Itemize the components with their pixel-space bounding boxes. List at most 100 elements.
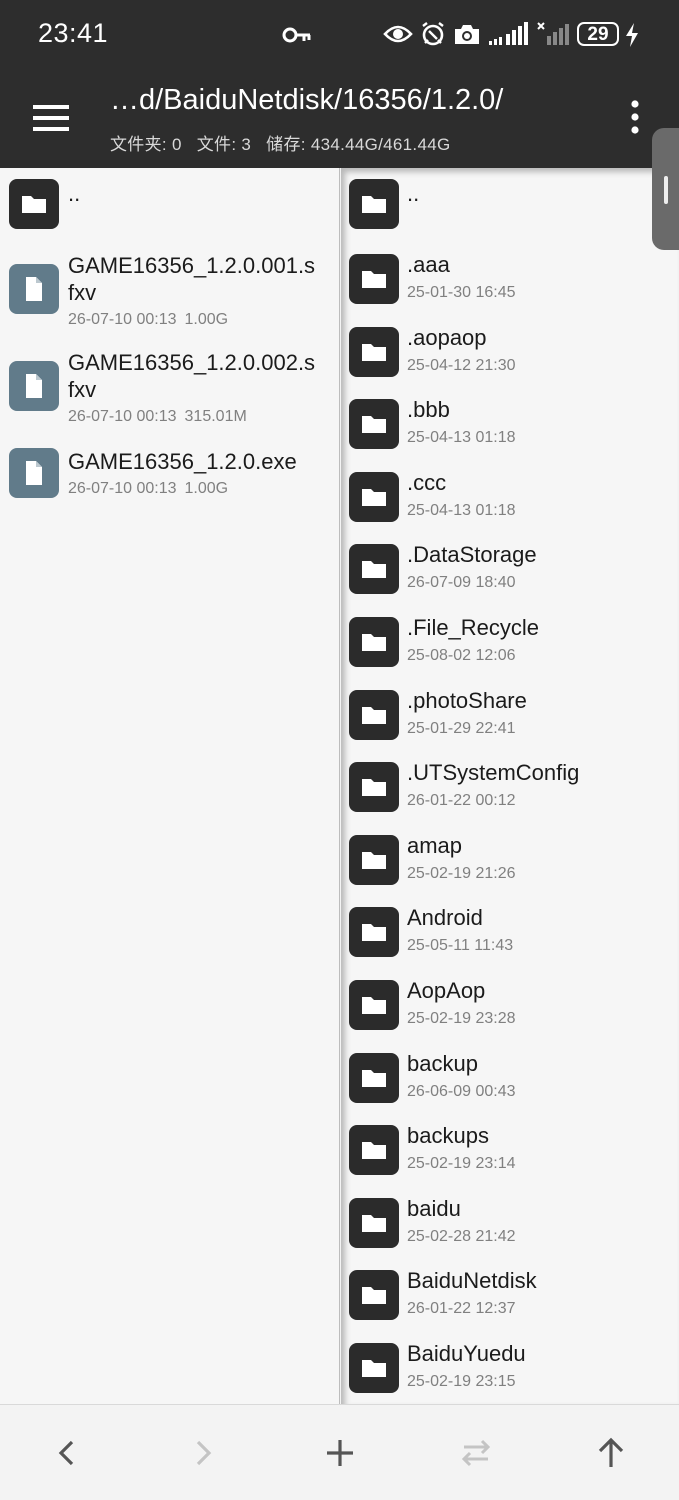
status-bar: 23:41 29	[0, 0, 679, 70]
parent-folder-row[interactable]: ..	[0, 168, 339, 234]
file-row[interactable]: GAME16356_1.2.0.002.s fxv 26-07-10 00:13…	[0, 345, 339, 435]
folder-date: 25-02-28 21:42	[407, 1227, 516, 1245]
file-name: GAME16356_1.2.0.exe	[68, 449, 297, 474]
folder-date: 25-02-19 23:15	[407, 1373, 516, 1390]
file-icon	[9, 264, 59, 314]
file-date: 26-07-10 00:13	[68, 480, 177, 497]
folder-name: .photoShare	[407, 687, 527, 713]
folder-row[interactable]: .aopaop 25-04-12 21:30	[341, 312, 679, 382]
eye-icon	[383, 25, 413, 43]
folder-row[interactable]: Android 25-05-11 11:43	[341, 892, 679, 962]
folder-row[interactable]: backups 25-02-19 23:14	[341, 1110, 679, 1180]
folder-date: 26-01-22 12:37	[407, 1300, 516, 1318]
folder-row[interactable]: AopAop 25-02-19 23:28	[341, 965, 679, 1035]
up-icon[interactable]	[591, 1433, 631, 1473]
folder-name: .DataStorage	[407, 542, 537, 568]
folder-name: .aaa	[407, 252, 450, 277]
file-count: 文件: 3	[196, 135, 252, 154]
folder-name: .UTSystemConfig	[407, 760, 580, 786]
folder-date: 25-04-12 21:30	[407, 356, 516, 374]
folder-name: backup	[407, 1050, 478, 1076]
file-icon	[9, 361, 59, 411]
folder-row[interactable]: BaiduYuedu 25-02-19 23:15	[341, 1328, 679, 1398]
battery-icon: 29	[577, 22, 619, 46]
folder-row[interactable]: BaiduNetdisk 26-01-22 12:37	[341, 1255, 679, 1325]
folder-row[interactable]: baidu 25-02-28 21:42	[341, 1183, 679, 1253]
folder-icon	[349, 1125, 399, 1176]
signal-icon	[489, 22, 528, 45]
alarm-icon	[422, 22, 444, 46]
folder-count: 文件夹: 0	[110, 135, 182, 154]
folder-date: 26-01-22 00:12	[407, 792, 516, 810]
storage-usage: 储存: 434.44G/461.44G	[266, 135, 451, 154]
key-icon	[282, 27, 311, 43]
folder-icon	[349, 544, 399, 595]
folder-date: 25-01-30 16:45	[407, 284, 516, 301]
folder-icon	[349, 179, 399, 229]
folder-date: 25-04-13 01:18	[407, 501, 516, 519]
swap-icon[interactable]	[456, 1433, 496, 1473]
folder-icon	[349, 326, 399, 377]
charging-icon	[626, 23, 638, 47]
forward-icon[interactable]	[183, 1433, 223, 1473]
folder-name: .aopaop	[407, 324, 487, 350]
folder-name: .ccc	[407, 469, 447, 495]
folder-date: 25-02-19 23:14	[407, 1155, 516, 1173]
folder-row[interactable]: amap 25-02-19 21:26	[341, 820, 679, 890]
folder-name: Android	[407, 905, 483, 931]
folder-row[interactable]: .aaa 25-01-30 16:45	[341, 239, 679, 309]
folder-row[interactable]: .DataStorage 26-07-09 18:40	[341, 529, 679, 599]
folder-icon	[349, 834, 399, 885]
folder-name: .bbb	[407, 397, 450, 423]
current-path: …d/BaiduNetdisk/16356/1.2.0/	[110, 84, 504, 116]
folder-date: 25-02-19 23:28	[407, 1010, 516, 1027]
folder-name: BaiduYuedu	[407, 1341, 526, 1366]
folder-name: backups	[407, 1123, 489, 1149]
folder-name: amap	[407, 832, 463, 858]
more-vert-icon[interactable]	[620, 97, 650, 137]
file-name: GAME16356_1.2.0.001.s fxv	[68, 253, 316, 305]
battery-level: 29	[587, 23, 609, 45]
file-meta: 26-07-10 00:13 315.01M	[68, 408, 247, 426]
status-time: 23:41	[38, 18, 109, 48]
bottom-toolbar	[0, 1404, 679, 1500]
folder-icon	[349, 1270, 399, 1321]
folder-row[interactable]: .bbb 25-04-13 01:18	[341, 384, 679, 454]
signal-x-icon	[537, 22, 569, 45]
back-icon[interactable]	[47, 1433, 87, 1473]
folder-icon	[349, 399, 399, 450]
hamburger-menu-icon[interactable]	[28, 96, 74, 140]
file-row[interactable]: GAME16356_1.2.0.001.s fxv 26-07-10 00:13…	[0, 248, 339, 338]
file-size: 1.00G	[184, 311, 229, 328]
file-row[interactable]: GAME16356_1.2.0.exe 26-07-10 00:13 1.00G	[0, 442, 339, 512]
file-date: 26-07-10 00:13	[68, 408, 177, 425]
folder-icon	[349, 254, 399, 304]
fast-scroll-handle[interactable]	[652, 128, 679, 250]
folder-icon	[9, 179, 59, 229]
folder-row[interactable]: .File_Recycle 25-08-02 12:06	[341, 602, 679, 672]
camera-icon	[455, 25, 479, 44]
folder-date: 25-02-19 21:26	[407, 864, 516, 882]
folder-icon	[349, 907, 399, 958]
left-pane: .. GAME16356_1.2.0.001.s fxv 26-07-10 00…	[0, 168, 340, 1404]
file-icon	[9, 448, 59, 498]
folder-icon	[349, 471, 399, 522]
add-icon[interactable]	[320, 1433, 360, 1473]
folder-icon	[349, 617, 399, 667]
folder-row[interactable]: backup 26-06-09 00:43	[341, 1038, 679, 1108]
parent-folder-row[interactable]: ..	[341, 168, 679, 234]
folder-name: AopAop	[407, 978, 486, 1003]
folder-name: ..	[407, 181, 420, 206]
folder-date: 26-07-09 18:40	[407, 574, 516, 592]
file-name: GAME16356_1.2.0.002.s fxv	[68, 350, 316, 402]
folder-date: 25-04-13 01:18	[407, 429, 516, 447]
folder-name: baidu	[407, 1195, 461, 1221]
folder-name: BaiduNetdisk	[407, 1268, 537, 1294]
file-size: 1.00G	[184, 480, 229, 497]
folder-name: .File_Recycle	[407, 615, 540, 640]
folder-row[interactable]: .photoShare 25-01-29 22:41	[341, 675, 679, 745]
folder-row[interactable]: .UTSystemConfig 26-01-22 00:12	[341, 747, 679, 817]
file-meta: 26-07-10 00:13 1.00G	[68, 480, 228, 498]
folder-row[interactable]: .ccc 25-04-13 01:18	[341, 457, 679, 527]
folder-date: 25-08-02 12:06	[407, 647, 516, 664]
